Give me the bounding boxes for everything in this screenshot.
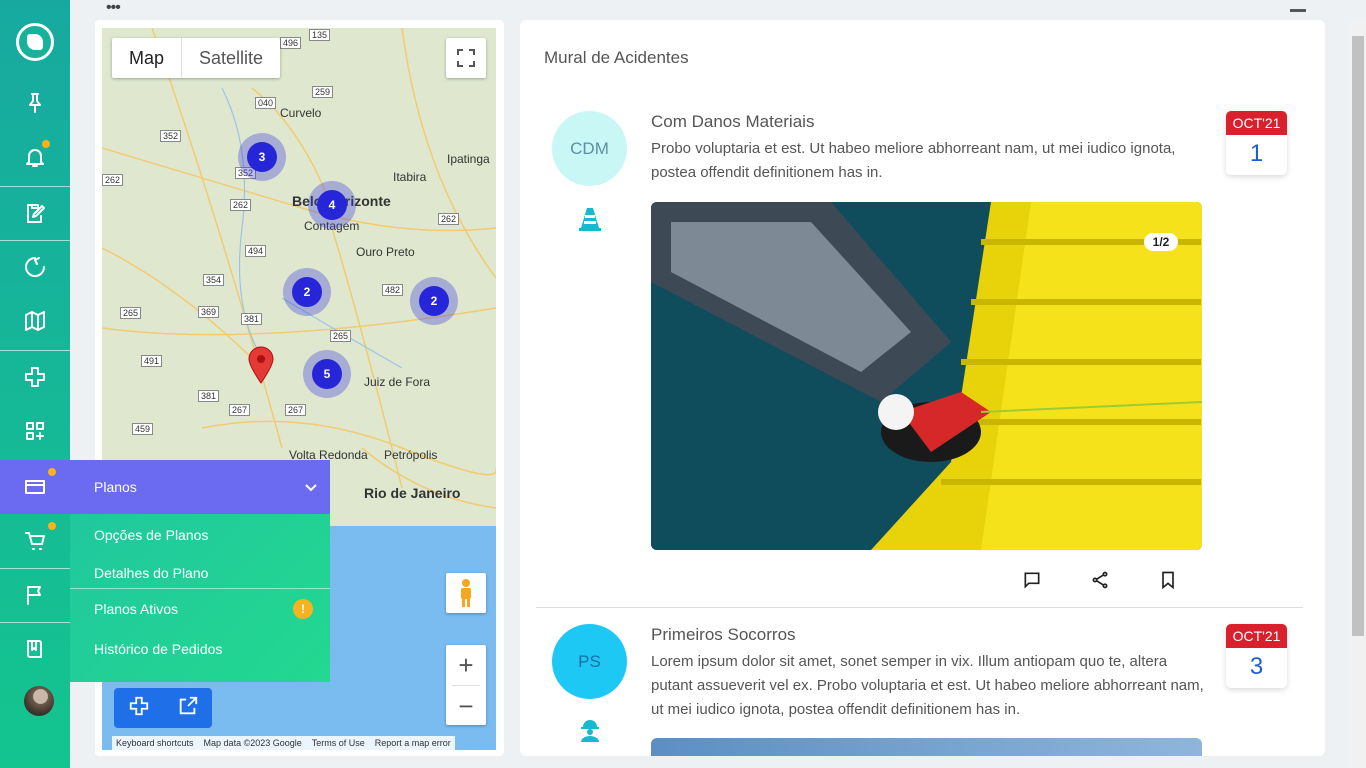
user-avatar[interactable] [24, 686, 54, 716]
city-label: Ouro Preto [356, 245, 415, 259]
flyout-title: Planos [94, 479, 137, 495]
flyout-header[interactable]: Planos [70, 460, 330, 514]
road-label: 040 [255, 97, 277, 109]
scrollbar-thumb[interactable] [1352, 36, 1364, 636]
notification-dot [48, 468, 56, 476]
city-label: Juiz de Fora [364, 375, 431, 389]
cart-icon[interactable] [0, 514, 70, 568]
map-cluster[interactable]: 2 [410, 277, 458, 325]
map-action-buttons [114, 688, 212, 728]
road-label: 354 [203, 274, 225, 286]
post-divider [536, 607, 1303, 608]
map-type-map-button[interactable]: Map [112, 38, 181, 78]
worker-on-ladder-image [651, 202, 1202, 550]
plus-cross-icon[interactable] [0, 350, 70, 404]
road-label: 262 [438, 213, 460, 225]
road-label: 491 [141, 355, 163, 367]
road-label: 265 [120, 307, 142, 319]
post-avatar: CDM [552, 111, 627, 186]
first-aid-worker-icon [581, 720, 599, 742]
city-label: Itabira [393, 170, 427, 184]
post-date-badge: OCT'21 1 [1226, 111, 1287, 175]
sidebar [0, 0, 70, 768]
notification-dot [42, 140, 50, 148]
road-label: 494 [245, 245, 267, 257]
keyboard-shortcuts-link[interactable]: Keyboard shortcuts [116, 738, 194, 748]
menu-item-planos-ativos[interactable]: Planos Ativos [94, 601, 178, 617]
report-error-link[interactable]: Report a map error [375, 738, 451, 748]
bookmark-icon[interactable] [1158, 570, 1182, 594]
share-icon[interactable] [1090, 570, 1114, 594]
post-text: Lorem ipsum dolor sit amet, sonet semper… [651, 653, 1204, 718]
post-text: Probo voluptaria et est. Ut habeo melior… [651, 140, 1176, 181]
pin-icon[interactable] [0, 76, 70, 130]
road-label: 381 [241, 313, 263, 325]
scrollbar[interactable] [1350, 20, 1366, 768]
map-icon[interactable] [0, 294, 70, 348]
road-label: 259 [312, 86, 334, 98]
comment-icon[interactable] [1022, 570, 1046, 594]
road-label: 369 [198, 306, 220, 318]
city-label: Curvelo [280, 106, 322, 120]
menu-item-historico-pedidos[interactable]: Histórico de Pedidos [94, 641, 222, 657]
city-label: Petrópolis [384, 448, 438, 462]
zoom-out-button[interactable]: − [452, 685, 480, 725]
post-date-badge: OCT'21 3 [1226, 624, 1287, 688]
planos-flyout-menu: Planos Opções de Planos Detalhes do Plan… [70, 460, 330, 682]
road-label: 459 [132, 423, 154, 435]
post-photo[interactable] [651, 738, 1202, 756]
feed-title: Mural de Acidentes [544, 48, 689, 67]
clipboard-edit-icon[interactable] [0, 186, 70, 240]
fullscreen-icon[interactable] [446, 38, 486, 78]
map-attribution: Keyboard shortcuts Map data ©2023 Google… [112, 736, 455, 750]
road-label: 267 [229, 404, 251, 416]
road-label: 135 [309, 29, 331, 41]
app-logo[interactable] [16, 23, 54, 61]
photo-counter: 1/2 [1144, 233, 1178, 251]
map-cluster[interactable]: 2 [283, 268, 331, 316]
book-icon[interactable] [0, 622, 70, 676]
menu-item-opcoes-planos[interactable]: Opções de Planos [94, 527, 208, 543]
terms-link[interactable]: Terms of Use [312, 738, 365, 748]
add-plus-icon[interactable] [128, 695, 150, 722]
city-label: Ipatinga [447, 152, 490, 166]
post-avatar: PS [552, 624, 627, 699]
road-label: 265 [330, 330, 352, 342]
alert-badge: ! [293, 599, 313, 619]
road-label: 262 [102, 174, 124, 186]
zoom-control: + − [446, 645, 486, 725]
map-cluster[interactable]: 5 [303, 350, 351, 398]
notification-dot [48, 522, 56, 530]
open-external-icon[interactable] [177, 695, 199, 722]
chevron-down-icon [305, 484, 317, 492]
map-data-label: Map data ©2023 Google [203, 738, 302, 748]
traffic-cone-icon [579, 208, 601, 231]
road-label: 496 [280, 37, 302, 49]
map-type-satellite-button[interactable]: Satellite [181, 38, 280, 78]
zoom-in-button[interactable]: + [458, 645, 473, 685]
post-title: Primeiros Socorros [651, 625, 796, 644]
road-label: 482 [382, 284, 404, 296]
apps-add-icon[interactable] [0, 404, 70, 458]
post-title: Com Danos Materiais [651, 112, 815, 131]
map-type-control: Map Satellite [112, 38, 281, 78]
post-photo[interactable] [651, 202, 1202, 550]
credit-card-icon[interactable] [0, 460, 70, 514]
street-view-pegman-icon[interactable] [446, 573, 486, 613]
more-options-icon[interactable]: ••• [106, 0, 121, 16]
refresh-icon[interactable] [0, 240, 70, 294]
road-label: 381 [198, 390, 220, 402]
road-label: 352 [160, 130, 182, 142]
road-label: 267 [285, 404, 307, 416]
minimize-icon[interactable] [1290, 9, 1306, 12]
road-label: 262 [230, 199, 252, 211]
map-cluster[interactable]: 3 [238, 133, 286, 181]
bell-icon[interactable] [0, 130, 70, 184]
menu-item-detalhes-plano[interactable]: Detalhes do Plano [94, 565, 208, 581]
map-marker-icon[interactable] [247, 346, 275, 384]
city-label: Rio de Janeiro [364, 485, 461, 501]
map-cluster[interactable]: 4 [308, 181, 356, 229]
flag-icon[interactable] [0, 568, 70, 622]
